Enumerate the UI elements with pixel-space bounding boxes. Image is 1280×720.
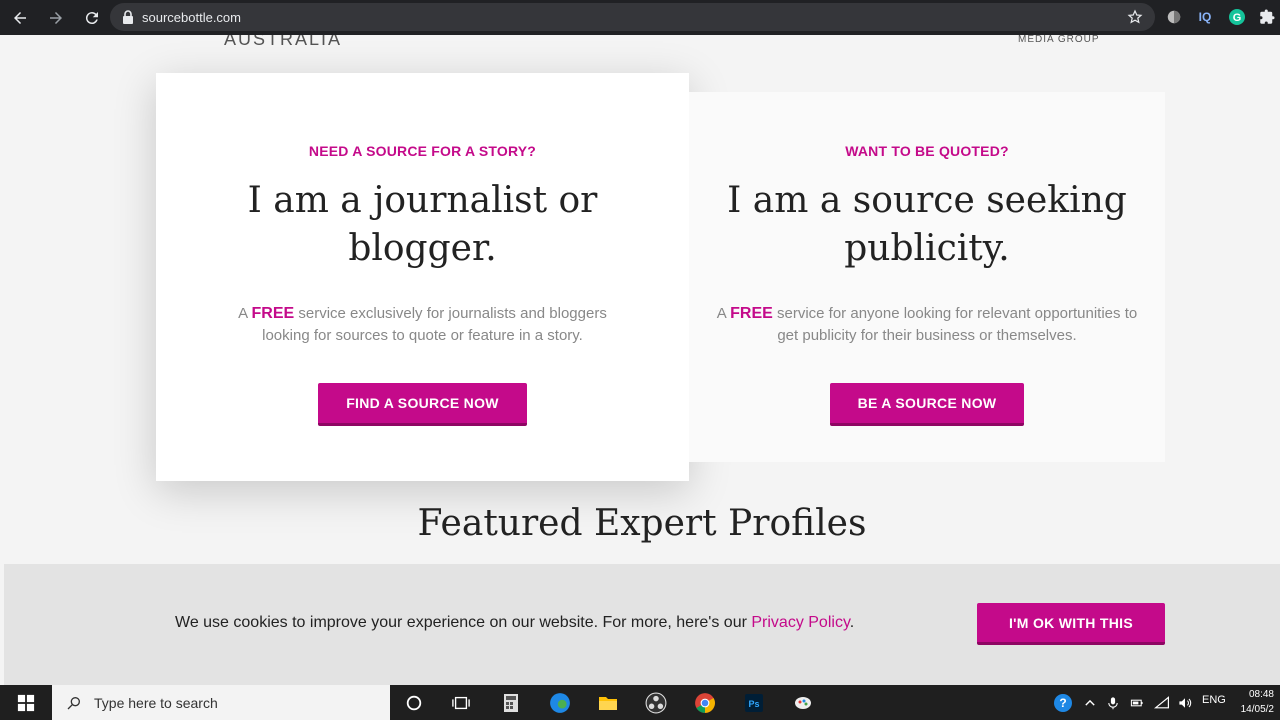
search-placeholder: Type here to search [94,694,218,711]
photoshop-icon[interactable]: Ps [741,690,767,716]
reload-icon [85,11,98,24]
language-indicator[interactable]: ENG [1202,694,1226,706]
search-icon [67,696,80,709]
file-explorer-icon[interactable] [595,690,621,716]
source-card: WANT TO BE QUOTED? I am a source seeking… [689,92,1165,462]
star-icon[interactable] [1127,9,1143,25]
battery-icon[interactable] [1124,690,1150,716]
free-label: FREE [251,305,295,322]
cookie-banner: We use cookies to improve your experienc… [4,564,1280,685]
clock-date: 14/05/2 [1240,704,1274,715]
taskbar-search[interactable]: Type here to search [52,685,390,720]
cookie-message: We use cookies to improve your experienc… [175,614,855,631]
iq-extension-icon[interactable]: IQ [1196,8,1214,26]
find-source-button[interactable]: FIND A SOURCE NOW [318,383,527,426]
edge-icon[interactable] [547,690,573,716]
journalist-card: NEED A SOURCE FOR A STORY? I am a journa… [156,73,689,481]
privacy-policy-link[interactable]: Privacy Policy [751,614,849,631]
volume-icon[interactable] [1172,690,1198,716]
featured-section-title: Featured Expert Profiles [417,503,867,544]
windows-icon [17,694,35,711]
browser-toolbar: sourcebottle.com IQ G [0,0,1280,35]
calculator-icon[interactable] [498,690,524,716]
back-button[interactable] [4,2,36,34]
puzzle-icon[interactable] [1258,8,1276,26]
accept-cookies-button[interactable]: I'M OK WITH THIS [977,603,1165,645]
be-source-button[interactable]: BE A SOURCE NOW [829,383,1025,426]
journalist-description: A FREE service exclusively for journalis… [238,305,607,344]
arrow-left-icon [14,11,26,24]
paint-icon[interactable] [790,690,816,716]
svg-text:?: ? [1059,696,1066,710]
partner-logo-fragment: AUSTRALIA [224,35,343,49]
extension-icon[interactable] [1165,8,1183,26]
source-description: A FREE service for anyone looking for re… [716,305,1138,344]
svg-text:Ps: Ps [748,699,759,709]
url-text: sourcebottle.com [142,9,241,25]
free-label: FREE [730,305,773,322]
obs-icon[interactable] [643,690,669,716]
task-view-icon[interactable] [448,690,474,716]
journalist-eyebrow: NEED A SOURCE FOR A STORY? [308,143,537,159]
journalist-headline: I am a journalist or blogger. [247,180,598,269]
clock-time: 08:48 [1248,689,1274,700]
cortana-icon[interactable] [401,690,427,716]
source-eyebrow: WANT TO BE QUOTED? [845,143,1009,159]
microphone-icon[interactable] [1100,690,1126,716]
lock-icon [123,10,133,24]
system-clock[interactable]: 08:48 14/05/2 [1241,687,1274,717]
forward-button[interactable] [40,2,72,34]
partner-logo-fragment: MEDIA GROUP [1018,35,1100,45]
start-button[interactable] [0,685,52,720]
source-headline: I am a source seeking publicity. [727,180,1127,269]
svg-text:G: G [1233,12,1242,24]
address-bar[interactable]: sourcebottle.com [110,3,1155,31]
help-icon[interactable]: ? [1050,690,1076,716]
grammarly-icon[interactable]: G [1228,8,1246,26]
windows-taskbar: Type here to search Ps ? ENG 08:48 14/05… [0,685,1280,720]
reload-button[interactable] [76,2,108,34]
page-content: AUSTRALIA MEDIA GROUP NEED A SOURCE FOR … [4,35,1280,685]
chrome-icon[interactable] [692,690,718,716]
arrow-right-icon [50,11,62,24]
